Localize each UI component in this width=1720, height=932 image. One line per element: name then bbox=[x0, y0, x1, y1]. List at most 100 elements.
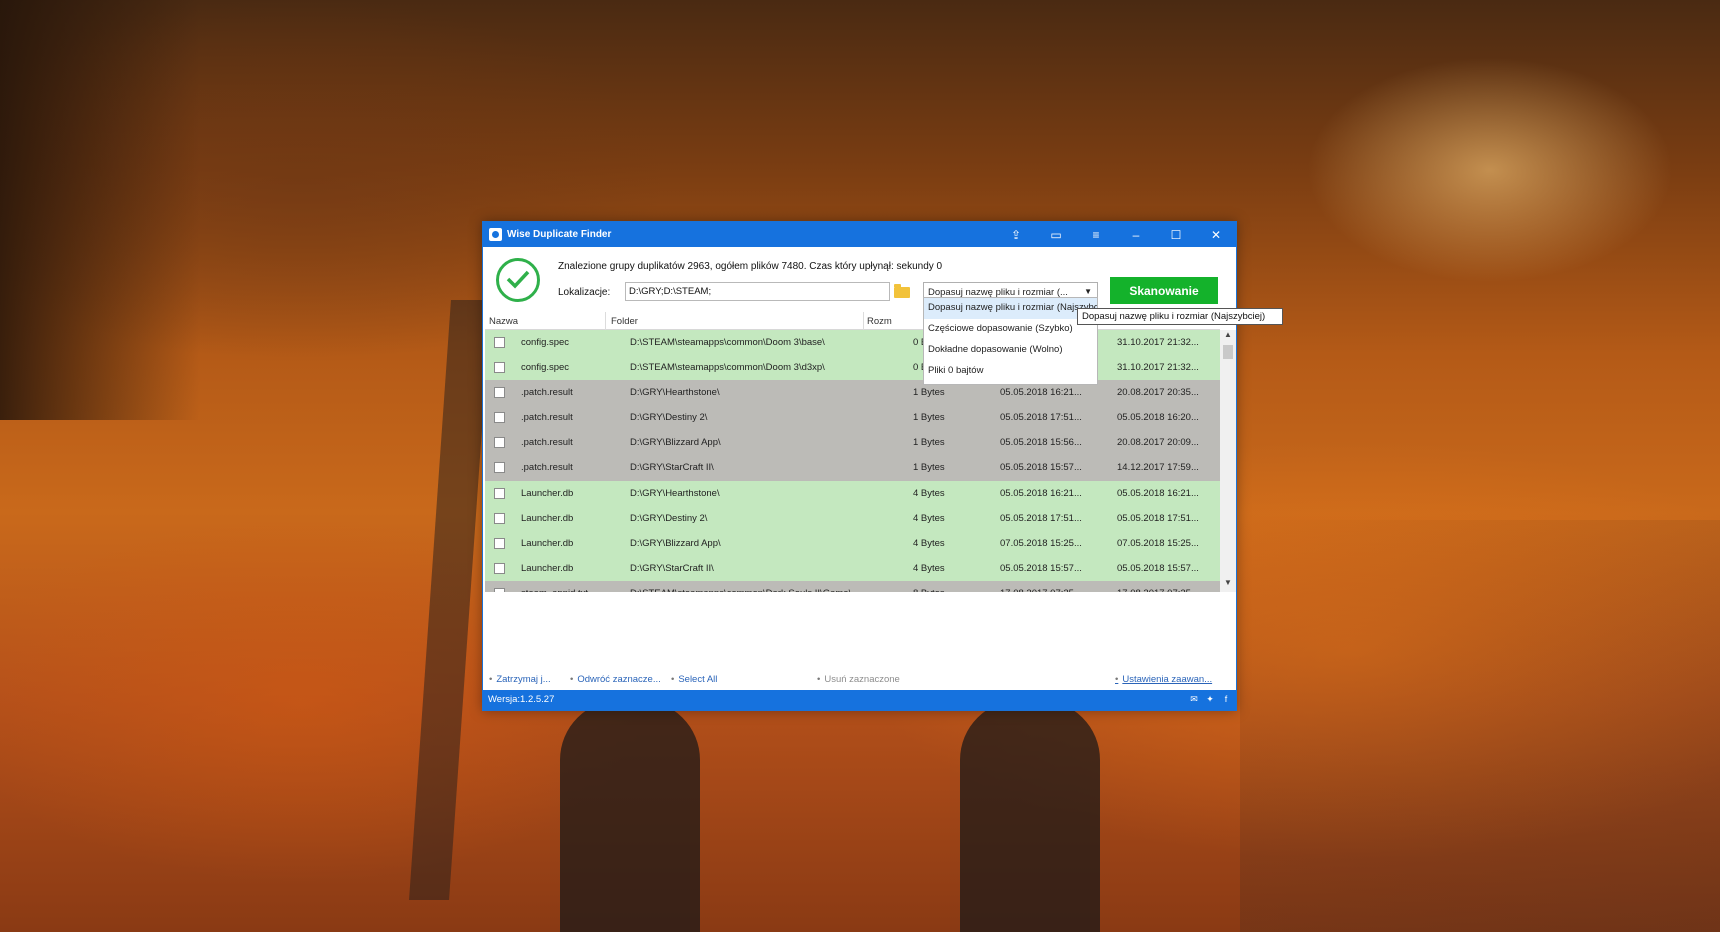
version-label: Wersja:1.2.5.27 bbox=[488, 694, 555, 705]
table-row[interactable]: steam_appid.txt D:\STEAM\steamapps\common… bbox=[485, 580, 1220, 592]
column-header-folder[interactable]: Folder bbox=[611, 316, 638, 327]
table-row[interactable]: Launcher.db D:\GRY\StarCraft II\ 4 Bytes 05… bbox=[485, 555, 1220, 581]
chat-icon[interactable]: ▭ bbox=[1036, 222, 1076, 247]
window-title: Wise Duplicate Finder bbox=[507, 229, 612, 240]
row-checkbox[interactable] bbox=[494, 562, 505, 574]
invert-selection-action[interactable]: Odwróć zaznacze... bbox=[570, 674, 660, 685]
size-cell: 1 Bytes bbox=[913, 462, 945, 474]
size-cell: 4 Bytes bbox=[913, 487, 945, 499]
row-checkbox[interactable] bbox=[494, 462, 505, 474]
size-cell: 1 Bytes bbox=[913, 412, 945, 424]
column-header-size[interactable]: Rozm bbox=[867, 316, 892, 327]
advanced-settings-link[interactable]: Ustawienia zaawan... bbox=[1115, 674, 1212, 685]
column-separator[interactable] bbox=[863, 312, 864, 330]
row-checkbox[interactable] bbox=[494, 437, 505, 449]
twitter-icon[interactable]: ✦ bbox=[1205, 694, 1215, 704]
size-cell: 1 Bytes bbox=[913, 387, 945, 399]
browse-folder-icon[interactable] bbox=[891, 283, 913, 301]
folder-cell: D:\GRY\Blizzard App\ bbox=[630, 437, 721, 449]
file-name-cell: config.spec bbox=[521, 337, 570, 348]
modified-date-cell: 07.05.2018 15:25... bbox=[1117, 537, 1199, 549]
file-name-cell: .patch.result bbox=[521, 412, 573, 424]
table-row[interactable]: Launcher.db D:\GRY\Hearthstone\ 4 Bytes 05.… bbox=[485, 480, 1220, 506]
table-row[interactable]: config.spec D:\STEAM\steamapps\common\Doo… bbox=[485, 330, 1220, 356]
menu-icon[interactable]: ≡ bbox=[1076, 222, 1116, 247]
background-tree-trunk bbox=[0, 0, 200, 420]
maximize-button[interactable]: ☐ bbox=[1156, 222, 1196, 247]
folder-cell: D:\GRY\Destiny 2\ bbox=[630, 412, 708, 424]
modified-date-cell: 05.05.2018 15:57... bbox=[1117, 562, 1199, 574]
row-checkbox[interactable] bbox=[494, 412, 505, 424]
created-date-cell: 05.05.2018 16:21... bbox=[1000, 387, 1082, 399]
facebook-icon[interactable]: f bbox=[1221, 694, 1231, 704]
size-cell: 4 Bytes bbox=[913, 562, 945, 574]
action-bar: Zatrzymaj j... Odwróć zaznacze... Select… bbox=[483, 670, 1236, 690]
file-name-cell: Launcher.db bbox=[521, 512, 574, 524]
close-button[interactable]: ✕ bbox=[1196, 222, 1236, 247]
scroll-thumb[interactable] bbox=[1223, 345, 1233, 359]
created-date-cell: 05.05.2018 15:57... bbox=[1000, 562, 1082, 574]
folder-cell: D:\GRY\Destiny 2\ bbox=[630, 512, 708, 524]
file-name-cell: steam_appid.txt bbox=[521, 588, 616, 592]
mode-option[interactable]: Dopasuj nazwę pliku i rozmiar (Najszybci… bbox=[924, 298, 1097, 319]
file-name-cell: Launcher.db bbox=[521, 562, 574, 574]
remove-selected-action[interactable]: Usuń zaznaczone bbox=[817, 674, 900, 685]
file-name-cell: Launcher.db bbox=[521, 537, 574, 549]
title-bar[interactable]: Wise Duplicate Finder ⇪ ▭ ≡ – ☐ ✕ bbox=[483, 222, 1236, 247]
table-row[interactable]: .patch.result D:\GRY\Destiny 2\ 1 Bytes 05.… bbox=[485, 405, 1220, 431]
modified-date-cell: 14.12.2017 17:59... bbox=[1117, 462, 1199, 474]
row-checkbox[interactable] bbox=[494, 387, 505, 399]
table-row[interactable]: .patch.result D:\GRY\StarCraft II\ 1 Bytes… bbox=[485, 455, 1220, 481]
status-bar: Wersja:1.2.5.27 ✉ ✦ f bbox=[483, 690, 1236, 710]
mail-icon[interactable]: ✉ bbox=[1189, 694, 1199, 704]
table-row[interactable]: config.spec D:\STEAM\steamapps\common\Doo… bbox=[485, 355, 1220, 381]
mode-option[interactable]: Częściowe dopasowanie (Szybko) bbox=[924, 319, 1097, 340]
table-row[interactable]: .patch.result D:\GRY\Blizzard App\ 1 Bytes… bbox=[485, 430, 1220, 456]
modified-date-cell: 17.08.2017 07:25... bbox=[1117, 588, 1217, 592]
folder-cell: D:\GRY\Blizzard App\ bbox=[630, 537, 721, 549]
vertical-scrollbar[interactable]: ▲ ▼ bbox=[1220, 330, 1236, 592]
chevron-down-icon: ▼ bbox=[1084, 287, 1092, 296]
folder-cell: D:\GRY\StarCraft II\ bbox=[630, 562, 714, 574]
row-checkbox[interactable] bbox=[494, 487, 505, 499]
row-checkbox[interactable] bbox=[494, 362, 505, 374]
column-header-name[interactable]: Nazwa bbox=[489, 316, 518, 327]
scroll-up-icon[interactable]: ▲ bbox=[1220, 330, 1236, 344]
file-name-cell: Launcher.db bbox=[521, 487, 574, 499]
location-label: Lokalizacje: bbox=[558, 287, 611, 298]
row-checkbox[interactable] bbox=[494, 587, 505, 592]
created-date-cell: 05.05.2018 16:21... bbox=[1000, 487, 1082, 499]
pin-icon[interactable]: ⇪ bbox=[996, 222, 1036, 247]
modified-date-cell: 05.05.2018 16:20... bbox=[1117, 412, 1199, 424]
column-separator[interactable] bbox=[605, 312, 606, 330]
scan-button[interactable]: Skanowanie bbox=[1110, 277, 1218, 304]
match-mode-dropdown: Dopasuj nazwę pliku i rozmiar (Najszybci… bbox=[923, 297, 1098, 385]
size-cell: 4 Bytes bbox=[913, 512, 945, 524]
duplicates-table: config.spec D:\STEAM\steamapps\common\Doo… bbox=[485, 330, 1220, 592]
minimize-button[interactable]: – bbox=[1116, 222, 1156, 247]
modified-date-cell: 20.08.2017 20:35... bbox=[1117, 387, 1199, 399]
created-date-cell: 05.05.2018 15:56... bbox=[1000, 437, 1082, 449]
created-date-cell: 05.05.2018 17:51... bbox=[1000, 512, 1082, 524]
mode-option[interactable]: Pliki 0 bajtów bbox=[924, 361, 1097, 382]
table-row[interactable]: Launcher.db D:\GRY\Destiny 2\ 4 Bytes 05.05… bbox=[485, 505, 1220, 531]
stop-action[interactable]: Zatrzymaj j... bbox=[489, 674, 550, 685]
mode-tooltip: Dopasuj nazwę pliku i rozmiar (Najszybci… bbox=[1077, 308, 1283, 325]
select-all-action[interactable]: Select All bbox=[671, 674, 717, 685]
mode-option[interactable]: Dokładne dopasowanie (Wolno) bbox=[924, 340, 1097, 361]
row-checkbox[interactable] bbox=[494, 537, 505, 549]
file-name-cell: config.spec bbox=[521, 362, 570, 374]
scroll-down-icon[interactable]: ▼ bbox=[1220, 578, 1236, 592]
row-checkbox[interactable] bbox=[494, 512, 505, 524]
folder-cell: D:\STEAM\steamapps\common\Doom 3\d3xp\ bbox=[630, 362, 825, 374]
app-window: Wise Duplicate Finder ⇪ ▭ ≡ – ☐ ✕ Znalez… bbox=[482, 221, 1283, 711]
size-cell: 1 Bytes bbox=[913, 437, 945, 449]
created-date-cell: 17.08.2017 07:25... bbox=[1000, 588, 1100, 592]
background-road bbox=[1240, 520, 1720, 932]
table-row[interactable]: .patch.result D:\GRY\Hearthstone\ 1 Bytes 0… bbox=[485, 380, 1220, 406]
row-checkbox[interactable] bbox=[494, 337, 505, 348]
table-row[interactable]: Launcher.db D:\GRY\Blizzard App\ 4 Bytes 07… bbox=[485, 530, 1220, 556]
location-input[interactable] bbox=[625, 282, 890, 301]
folder-cell: D:\GRY\StarCraft II\ bbox=[630, 462, 714, 474]
scan-summary: Znalezione grupy duplikatów 2963, ogółem… bbox=[558, 261, 943, 272]
